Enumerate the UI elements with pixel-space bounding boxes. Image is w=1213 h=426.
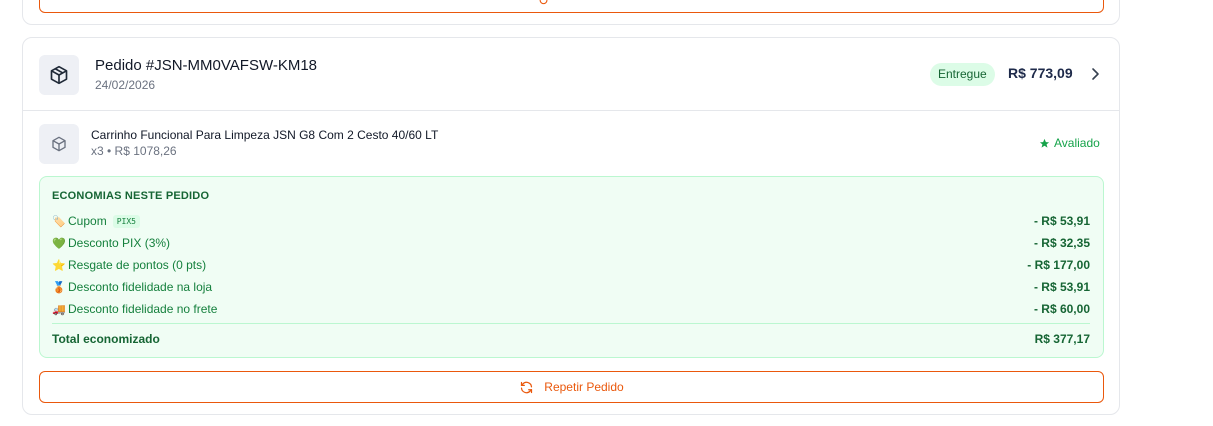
product-box-icon — [39, 124, 79, 164]
savings-row-coupon: 🏷️ Cupom PIX5 - R$ 53,91 — [52, 214, 1090, 230]
savings-row-amount: - R$ 53,91 — [1033, 280, 1090, 294]
order-card: Pedido #JSN-MM0VAFSW-KM18 24/02/2026 Ent… — [22, 37, 1120, 415]
order-date: 24/02/2026 — [95, 78, 156, 92]
savings-row-amount: - R$ 53,91 — [1033, 214, 1090, 228]
status-badge: Entregue — [930, 63, 995, 86]
previous-repeat-order-button[interactable]: ↻ — [39, 0, 1104, 13]
refresh-icon — [521, 381, 533, 393]
product-quantity-price: x3 • R$ 1078,26 — [91, 144, 177, 158]
repeat-order-label: Repetir Pedido — [544, 380, 624, 394]
savings-panel: ECONOMIAS NESTE PEDIDO 🏷️ Cupom PIX5 - R… — [39, 176, 1104, 358]
savings-total-amount: R$ 377,17 — [1034, 332, 1090, 346]
savings-row-label: Desconto PIX (3%) — [68, 236, 171, 250]
savings-row-points: ⭐ Resgate de pontos (0 pts) - R$ 177,00 — [52, 258, 1090, 274]
savings-row-amount: - R$ 60,00 — [1033, 302, 1090, 316]
savings-divider — [52, 323, 1090, 324]
coupon-code-tag: PIX5 — [112, 214, 140, 228]
rated-status: Avaliado — [1039, 136, 1100, 150]
savings-row-amount: - R$ 177,00 — [1027, 258, 1090, 272]
tag-icon: 🏷️ — [52, 215, 66, 228]
savings-total-label: Total economizado — [52, 332, 160, 346]
product-name: Carrinho Funcional Para Limpeza JSN G8 C… — [91, 128, 439, 142]
savings-row-label: Resgate de pontos (0 pts) — [68, 258, 207, 272]
order-title: Pedido #JSN-MM0VAFSW-KM18 — [95, 57, 318, 74]
savings-total-row: Total economizado R$ 377,17 — [52, 332, 1090, 348]
previous-order-card: ↻ — [22, 0, 1120, 25]
order-box-icon — [39, 55, 79, 95]
savings-row-label: Desconto fidelidade na loja — [68, 280, 213, 294]
star-icon: ⭐ — [52, 259, 66, 272]
medal-icon: 🥉 — [52, 281, 66, 294]
rated-label: Avaliado — [1054, 136, 1100, 150]
chevron-right-icon[interactable] — [1089, 66, 1103, 82]
savings-row-label: Desconto fidelidade no frete — [68, 302, 218, 316]
savings-title: ECONOMIAS NESTE PEDIDO — [52, 190, 210, 202]
savings-row-loyalty-shipping: 🚚 Desconto fidelidade no frete - R$ 60,0… — [52, 302, 1090, 318]
savings-row-pix: 💚 Desconto PIX (3%) - R$ 32,35 — [52, 236, 1090, 252]
repeat-order-button[interactable]: Repetir Pedido — [39, 371, 1104, 403]
savings-row-label: Cupom — [68, 214, 107, 228]
truck-icon: 🚚 — [52, 303, 66, 316]
order-total: R$ 773,09 — [1008, 65, 1073, 81]
savings-row-amount: - R$ 32,35 — [1033, 236, 1090, 250]
savings-row-loyalty-store: 🥉 Desconto fidelidade na loja - R$ 53,91 — [52, 280, 1090, 296]
refresh-icon: ↻ — [538, 0, 549, 8]
order-header[interactable]: Pedido #JSN-MM0VAFSW-KM18 24/02/2026 Ent… — [23, 38, 1119, 111]
heart-icon: 💚 — [52, 237, 66, 250]
star-icon — [1039, 138, 1050, 148]
